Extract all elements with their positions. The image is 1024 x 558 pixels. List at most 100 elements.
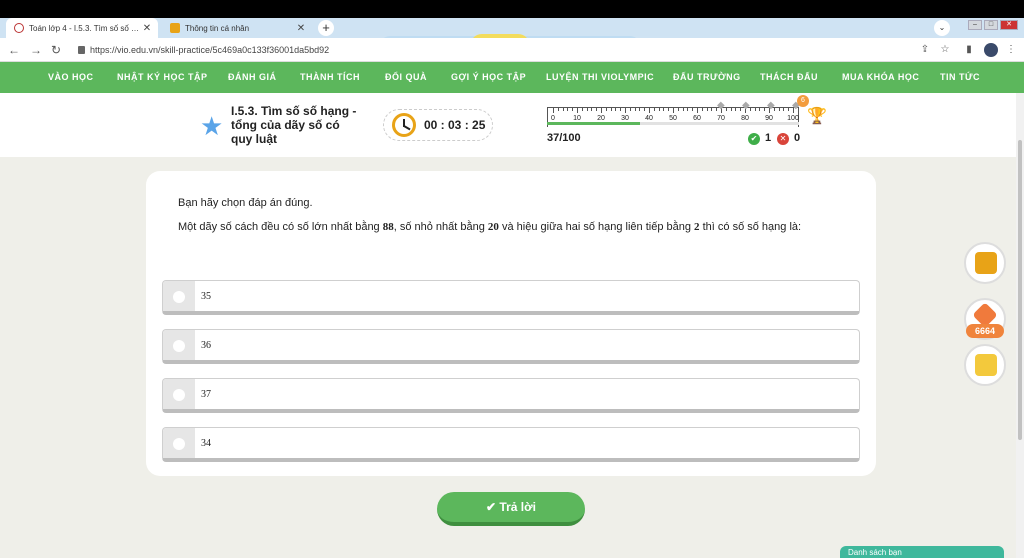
ruler-minor-tick [644,108,646,111]
ruler-minor-tick [663,108,665,111]
scrollbar-thumb[interactable] [1018,140,1022,440]
new-tab-button[interactable]: + [318,20,334,36]
close-icon[interactable]: ✕ [294,23,308,34]
reload-icon[interactable]: ↻ [48,42,64,58]
ruler-minor-tick [764,108,766,111]
ruler-minor-tick [706,108,708,111]
back-icon[interactable]: ← [6,42,22,58]
lesson-header [0,93,1024,157]
tab-active[interactable]: Toán lớp 4 - I.5.3. Tìm số số hạng ✕ [6,18,158,38]
bookmark-star-icon[interactable]: ☆ [938,43,952,57]
radio-button[interactable] [173,389,185,401]
tab-inactive[interactable]: Thông tin cá nhân ✕ [162,18,312,38]
submit-answer-button[interactable]: ✔ Trả lời [437,492,585,526]
radio-area [163,379,195,409]
nav-item-dau-truong[interactable]: ĐẤU TRƯỜNG [673,62,741,93]
ruler-minor-tick [639,108,641,111]
question-text: Một dãy số cách đều có số lớn nhất bằng … [178,221,801,233]
nav-item-thanh-tich[interactable]: THÀNH TÍCH [300,62,360,93]
ruler-label: 0 [551,115,555,122]
ruler-label: 90 [765,115,773,122]
ruler-minor-tick [754,108,756,111]
window-controls: – □ ✕ [968,20,1018,30]
ruler-minor-tick [711,108,713,111]
tab-title: Toán lớp 4 - I.5.3. Tìm số số hạng [29,23,140,33]
question-part: , số nhỏ nhất bằng [393,221,488,233]
wrong-count: 0 [794,132,801,144]
nav-item-doi-qua[interactable]: ĐỔI QUÀ [385,62,427,93]
question-part: Một dãy số cách đều có số lớn nhất bằng [178,221,383,233]
timer-text: 00 : 03 : 25 [424,118,486,132]
ruler-minor-tick [783,108,785,111]
close-icon[interactable]: ✕ [140,23,154,34]
tab-search-button[interactable]: ⌄ [934,20,950,36]
answer-option-4[interactable]: 34 [162,427,860,462]
answer-option-1[interactable]: 35 [162,280,860,315]
ruler-minor-tick [572,108,574,111]
maximize-button[interactable]: □ [984,20,998,30]
ruler-minor-tick [634,108,636,111]
nav-item-nhat-ky[interactable]: NHẬT KÝ HỌC TẬP [117,62,208,93]
leaderboard-button[interactable] [964,242,1006,284]
url-field[interactable]: https://vio.edu.vn/skill-practice/5c469a… [76,41,906,59]
ruler-minor-tick [658,108,660,111]
ruler-minor-tick [581,108,583,111]
option-label: 35 [201,291,211,302]
question-number: 88 [382,221,394,233]
notes-button[interactable] [964,344,1006,386]
nav-item-danh-gia[interactable]: ĐÁNH GIÁ [228,62,277,93]
nav-item-thach-dau[interactable]: THÁCH ĐẤU [760,62,818,93]
menu-icon[interactable]: ⋮ [1004,43,1018,57]
share-icon[interactable]: ⇪ [918,43,932,57]
side-panel-icon[interactable]: ▮ [962,43,976,57]
ruler-tick [553,108,554,113]
vio-favicon-icon [14,23,24,33]
nav-item-tin-tuc[interactable]: TIN TỨC [940,62,980,93]
ruler-minor-tick [596,108,598,111]
diamond-icon: ◆ [717,100,725,111]
ruler-minor-tick [610,108,612,111]
ruler-label: 70 [717,115,725,122]
option-label: 34 [201,438,211,449]
star-icon: ★ [200,111,224,141]
answer-option-3[interactable]: 37 [162,378,860,413]
ruler-minor-tick [687,108,689,111]
question-number: 20 [487,221,499,233]
nav-item-goi-y[interactable]: GỢI Ý HỌC TẬP [451,62,526,93]
progress-ruler: 0 10 20 30 40 50 60 70 80 90 100 ◆ ◆ ◆ ◆ 6 🏆 [547,95,827,131]
forward-icon[interactable]: → [28,42,44,58]
option-label: 36 [201,340,211,351]
clock-icon [392,113,416,137]
radio-area [163,330,195,360]
x-icon: ✕ [777,133,789,145]
answer-option-2[interactable]: 36 [162,329,860,364]
ruler-minor-tick [605,108,607,111]
radio-button[interactable] [173,438,185,450]
ruler-minor-tick [591,108,593,111]
ruler-minor-tick [677,108,679,111]
ruler-label: 50 [669,115,677,122]
radio-button[interactable] [173,340,185,352]
radio-button[interactable] [173,291,185,303]
close-window-button[interactable]: ✕ [1000,20,1018,30]
nav-item-violympic[interactable]: LUYỆN THI VIOLYMPIC [546,62,654,93]
nav-item-vao-hoc[interactable]: VÀO HỌC [48,62,94,93]
lesson-title: I.5.3. Tìm số số hạng - tổng của dãy số … [231,104,357,146]
ruler-minor-tick [557,108,559,111]
check-icon: ✔ [748,133,760,145]
radio-area [163,281,195,311]
ruler-tick [649,108,650,113]
avatar[interactable] [984,43,998,57]
ruler-label: 80 [741,115,749,122]
nav-item-mua-khoa-hoc[interactable]: MUA KHÓA HỌC [842,62,919,93]
gem-count: 6664 [966,324,1004,338]
correct-count: 1 [765,132,772,144]
friends-list-bar[interactable]: Danh sách bạn [840,546,1004,558]
ruler-minor-tick [682,108,684,111]
ruler-minor-tick [653,108,655,111]
ruler-minor-tick [735,108,737,111]
minimize-button[interactable]: – [968,20,982,30]
ruler-tick [601,108,602,113]
ruler-label: 30 [621,115,629,122]
ruler-label: 100 [787,115,799,122]
